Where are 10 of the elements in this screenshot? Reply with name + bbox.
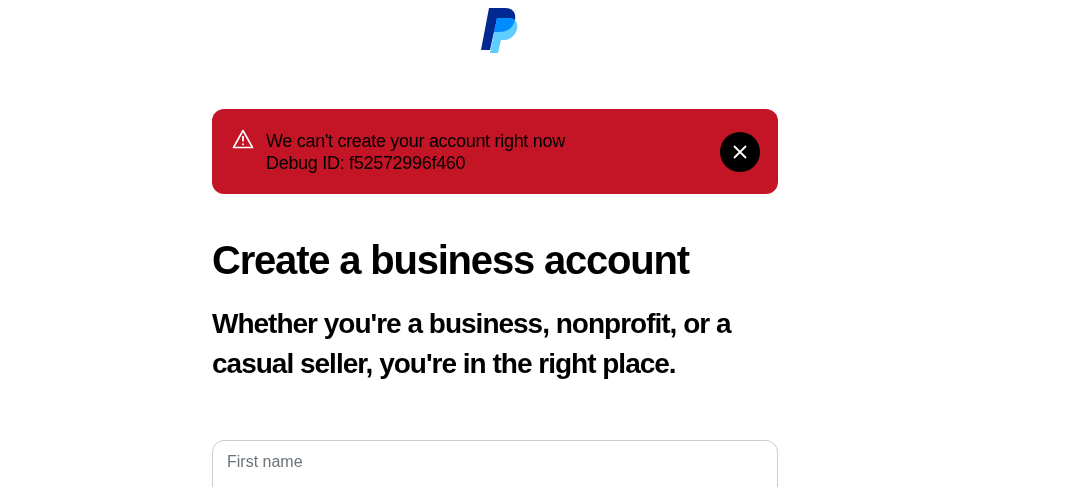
warning-icon (232, 129, 254, 149)
close-button[interactable] (720, 131, 760, 172)
alert-message: We can't create your account right now (266, 129, 567, 152)
input-field[interactable]: First name (212, 440, 778, 487)
close-icon (732, 143, 748, 160)
alert-message: Debug ID: f52572996f460 (266, 151, 467, 174)
page-heading: Create a business account (212, 237, 691, 284)
field-label: First name (227, 452, 304, 472)
logo-icon (481, 8, 519, 53)
subheading: Whether you're a business, nonprofit, or a casual seller, you're in the right place. (212, 307, 733, 381)
